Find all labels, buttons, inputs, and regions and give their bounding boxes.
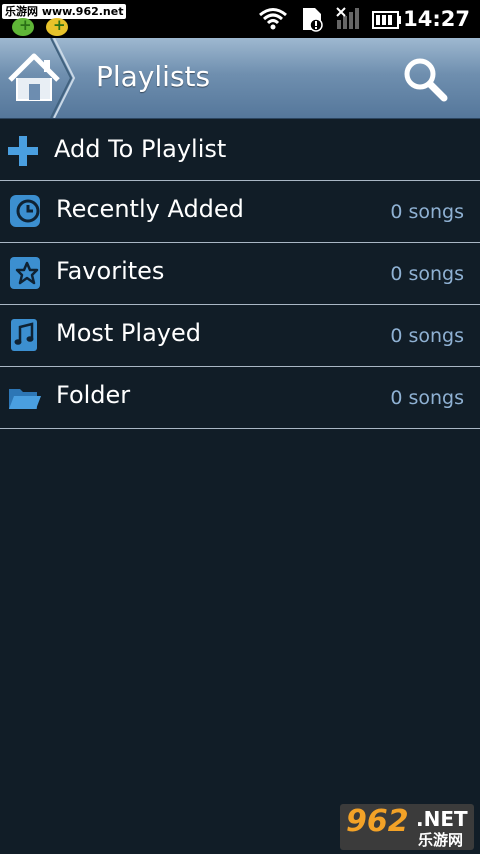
breadcrumb-separator [50,38,76,118]
song-count: 0 songs [390,263,464,285]
wifi-icon [259,8,287,30]
page-title: Playlists [96,60,211,93]
playlist-name: Favorites [56,257,165,285]
playlist-name: Folder [56,381,131,409]
status-bar: 乐游网 www.962.net 14:27 [0,0,480,38]
app-notification-icon [12,16,34,36]
clock: 14:27 [403,7,470,31]
playlist-name: Most Played [56,319,201,347]
folder-icon [9,389,41,409]
add-to-playlist-item[interactable]: Add To Playlist [0,119,480,181]
update-notification-icon [46,16,68,36]
playlist-item-recently-added[interactable]: Recently Added 0 songs [0,181,480,243]
watermark-number: 962 [346,804,409,839]
plus-icon [8,136,38,166]
song-count: 0 songs [390,387,464,409]
music-note-icon [11,319,37,351]
watermark-site-name: 乐游网 [418,831,464,849]
add-to-playlist-label: Add To Playlist [54,135,227,163]
playlist-item-most-played[interactable]: Most Played 0 songs [0,305,480,367]
playlist-item-folder[interactable]: Folder 0 songs [0,367,480,429]
battery-icon [372,11,401,29]
playlist-name: Recently Added [56,195,244,223]
star-icon [10,257,40,289]
playlist-item-favorites[interactable]: Favorites 0 songs [0,243,480,305]
watermark-domain: .NET [416,807,468,831]
search-icon[interactable] [400,54,450,104]
sd-card-icon [303,8,323,32]
song-count: 0 songs [390,201,464,223]
song-count: 0 songs [390,325,464,347]
action-bar: Playlists [0,38,480,119]
watermark-logo: 962 .NET 乐游网 [340,804,474,850]
signal-icon [336,7,359,29]
playlist-list: Add To Playlist Recently Added 0 songs F… [0,119,480,429]
clock-icon [10,195,40,227]
